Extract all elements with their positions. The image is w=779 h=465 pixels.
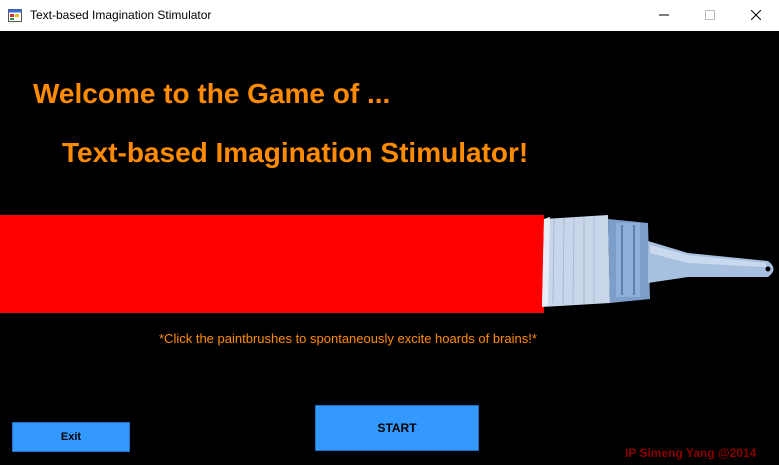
- paintbrush-icon[interactable]: [538, 211, 779, 311]
- credit-text: IP Simeng Yang @2014: [625, 446, 757, 460]
- instruction-text: *Click the paintbrushes to spontaneously…: [159, 331, 537, 346]
- start-button[interactable]: START: [315, 405, 479, 451]
- client-area: Welcome to the Game of ... Text-based Im…: [0, 31, 779, 465]
- close-button[interactable]: [733, 0, 779, 31]
- game-title: Text-based Imagination Stimulator!: [62, 137, 529, 168]
- minimize-button[interactable]: [641, 0, 687, 31]
- title-bar: Text-based Imagination Stimulator: [0, 0, 779, 32]
- paint-stroke[interactable]: [0, 215, 544, 313]
- maximize-icon: [705, 7, 715, 25]
- close-icon: [750, 7, 762, 25]
- app-icon: [8, 8, 23, 23]
- exit-button[interactable]: Exit: [12, 422, 130, 452]
- minimize-icon: [659, 7, 669, 25]
- maximize-button[interactable]: [687, 0, 733, 31]
- welcome-heading: Welcome to the Game of ...: [33, 78, 391, 109]
- window-title: Text-based Imagination Stimulator: [30, 8, 212, 22]
